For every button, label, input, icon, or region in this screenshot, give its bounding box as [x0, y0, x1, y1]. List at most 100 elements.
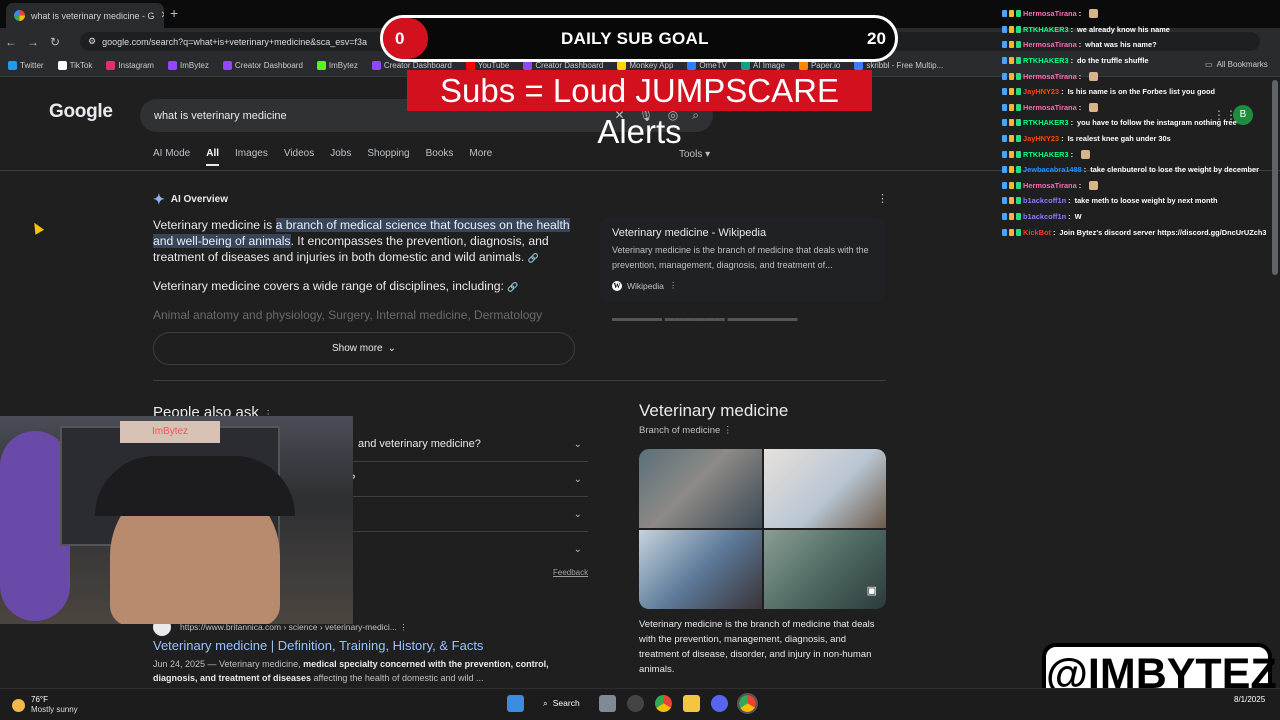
bookmark-item[interactable]: Monkey App	[617, 61, 673, 70]
bookmark-icon	[798, 61, 808, 70]
bookmark-item[interactable]: OmeTV	[687, 61, 727, 70]
task-view-icon[interactable]	[598, 694, 616, 712]
chat-badge-icon	[1016, 150, 1021, 158]
scrollbar[interactable]	[1272, 80, 1278, 275]
bookmark-item[interactable]: TikTok	[57, 61, 92, 70]
reload-icon[interactable]: ↻	[44, 35, 66, 49]
vet-image-1[interactable]	[639, 449, 762, 528]
chat-username[interactable]: b1ackcoff1n	[1023, 196, 1066, 205]
more-options-icon[interactable]: ⋮	[399, 622, 408, 632]
ai-overview-title: AI Overview	[170, 194, 228, 205]
bookmark-item[interactable]: Creator Dashboard	[523, 61, 603, 70]
vet-image-4[interactable]: ▣	[764, 530, 886, 609]
taskbar-search[interactable]: ⌕ Search	[535, 692, 588, 714]
bookmark-item[interactable]: AI Image	[740, 61, 785, 70]
chat-badge-icon	[1016, 119, 1021, 127]
file-explorer-icon[interactable]	[682, 694, 700, 712]
tab-images[interactable]: Images	[235, 148, 268, 166]
chrome-icon[interactable]	[654, 694, 672, 712]
result-title[interactable]: Veterinary medicine | Definition, Traini…	[153, 638, 483, 653]
chat-username[interactable]: b1ackcoff1n	[1023, 212, 1066, 221]
bookmark-item[interactable]: ImBytez	[167, 61, 209, 70]
chat-username[interactable]: RTKHAKER3	[1023, 56, 1069, 65]
chat-badge-icon	[1009, 197, 1014, 205]
back-icon[interactable]: ←	[0, 35, 22, 49]
chat-message: RTKHAKER3 : we already know his name	[1002, 22, 1272, 38]
chrome-active-icon[interactable]	[736, 692, 758, 714]
bookmark-item[interactable]: Paper.io	[798, 61, 841, 70]
tab-all[interactable]: All	[206, 148, 220, 166]
chat-username[interactable]: HermosaTirana	[1023, 9, 1077, 18]
chat-username[interactable]: RTKHAKER3	[1023, 25, 1069, 34]
more-options-icon[interactable]: ⋮	[669, 280, 678, 291]
chat-badge-icon	[1002, 10, 1007, 18]
chat-username[interactable]: HermosaTirana	[1023, 181, 1077, 190]
more-options-icon[interactable]: ⋮	[723, 425, 733, 436]
chat-badge-icon	[1009, 57, 1014, 65]
knowledge-panel-images[interactable]: ▣	[639, 449, 886, 609]
chat-username[interactable]: RTKHAKER3	[1023, 150, 1069, 159]
bookmark-item[interactable]: Instagram	[106, 61, 154, 70]
bookmark-icon	[740, 61, 750, 70]
windows-start-icon[interactable]	[507, 694, 524, 712]
forward-icon[interactable]: →	[22, 35, 44, 49]
more-options-icon[interactable]: ⋮	[877, 192, 888, 205]
tab-books[interactable]: Books	[426, 148, 454, 166]
chat-text: Join Bytez's discord server https://disc…	[1059, 227, 1267, 237]
site-info-icon[interactable]: ⚙	[88, 36, 96, 47]
chat-message: Jewbacabra1488 : take clenbuterol to lose…	[1002, 162, 1272, 178]
chat-username[interactable]: JayHNY23	[1023, 87, 1059, 96]
tab-more[interactable]: More	[469, 148, 492, 166]
obs-icon[interactable]	[626, 694, 644, 712]
weather-widget[interactable]: 76°F Mostly sunny	[12, 695, 78, 715]
wikipedia-card[interactable]: Veterinary medicine - Wikipedia Veterina…	[600, 217, 885, 302]
chat-badge-icon	[1002, 197, 1007, 205]
ai-text2: Veterinary medicine covers a wide range …	[153, 279, 504, 293]
bookmark-item[interactable]: Creator Dashboard	[222, 61, 303, 70]
chat-username[interactable]: RTKHAKER3	[1023, 118, 1069, 127]
chat-badge-icon	[1009, 135, 1014, 143]
chat-username[interactable]: HermosaTirana	[1023, 72, 1077, 81]
show-more-button[interactable]: Show more ⌄	[153, 332, 575, 365]
tools-menu[interactable]: Tools ▾	[679, 149, 710, 160]
chat-separator: :	[1070, 24, 1074, 34]
bookmark-label: Creator Dashboard	[383, 61, 452, 70]
link-icon[interactable]: 🔗	[507, 282, 518, 292]
chat-username[interactable]: HermosaTirana	[1023, 103, 1077, 112]
chat-separator: :	[1068, 212, 1071, 222]
chat-message: HermosaTirana :	[1002, 6, 1272, 22]
bookmark-label: YouTube	[477, 61, 510, 70]
bookmark-item[interactable]: Twitter	[8, 61, 44, 70]
browser-tab[interactable]: what is veterinary medicine - G ✕	[6, 3, 164, 28]
tab-videos[interactable]: Videos	[284, 148, 314, 166]
bookmark-item[interactable]: skribbl - Free Multip...	[854, 61, 943, 70]
chat-username[interactable]: JayHNY23	[1023, 134, 1059, 143]
chat-emote-icon	[1089, 71, 1099, 81]
bookmark-item[interactable]: YouTube	[465, 61, 510, 70]
bookmark-item[interactable]: Creator Dashboard	[371, 61, 452, 70]
new-tab-icon[interactable]: +	[170, 5, 178, 21]
link-icon[interactable]: 🔗	[528, 253, 539, 263]
tab-ai-mode[interactable]: AI Mode	[153, 148, 190, 166]
wiki-title[interactable]: Veterinary medicine - Wikipedia	[612, 227, 873, 239]
bookmark-icon	[167, 61, 177, 70]
chat-message: b1ackcoff1n : take meth to loose weight b…	[1002, 193, 1272, 209]
chat-username[interactable]: Jewbacabra1488	[1023, 165, 1082, 174]
tab-jobs[interactable]: Jobs	[330, 148, 351, 166]
feedback-link[interactable]: Feedback	[553, 568, 588, 577]
vet-image-2[interactable]	[764, 449, 886, 528]
bookmark-label: Paper.io	[810, 61, 841, 70]
chat-message: RTKHAKER3 :	[1002, 146, 1272, 162]
bookmark-item[interactable]: ImBytez	[316, 61, 358, 70]
chat-separator: :	[1078, 40, 1082, 50]
chat-username[interactable]: HermosaTirana	[1023, 40, 1077, 49]
google-logo[interactable]: Google	[49, 101, 113, 123]
bookmark-icon	[316, 61, 326, 70]
close-tab-icon[interactable]: ✕	[161, 10, 164, 21]
clock[interactable]: 8/1/2025	[1234, 694, 1265, 705]
chat-username[interactable]: KickBot	[1023, 228, 1051, 237]
chat-badge-icon	[1002, 72, 1007, 80]
vet-image-3[interactable]	[639, 530, 762, 609]
tab-shopping[interactable]: Shopping	[367, 148, 409, 166]
discord-icon[interactable]	[710, 694, 728, 712]
